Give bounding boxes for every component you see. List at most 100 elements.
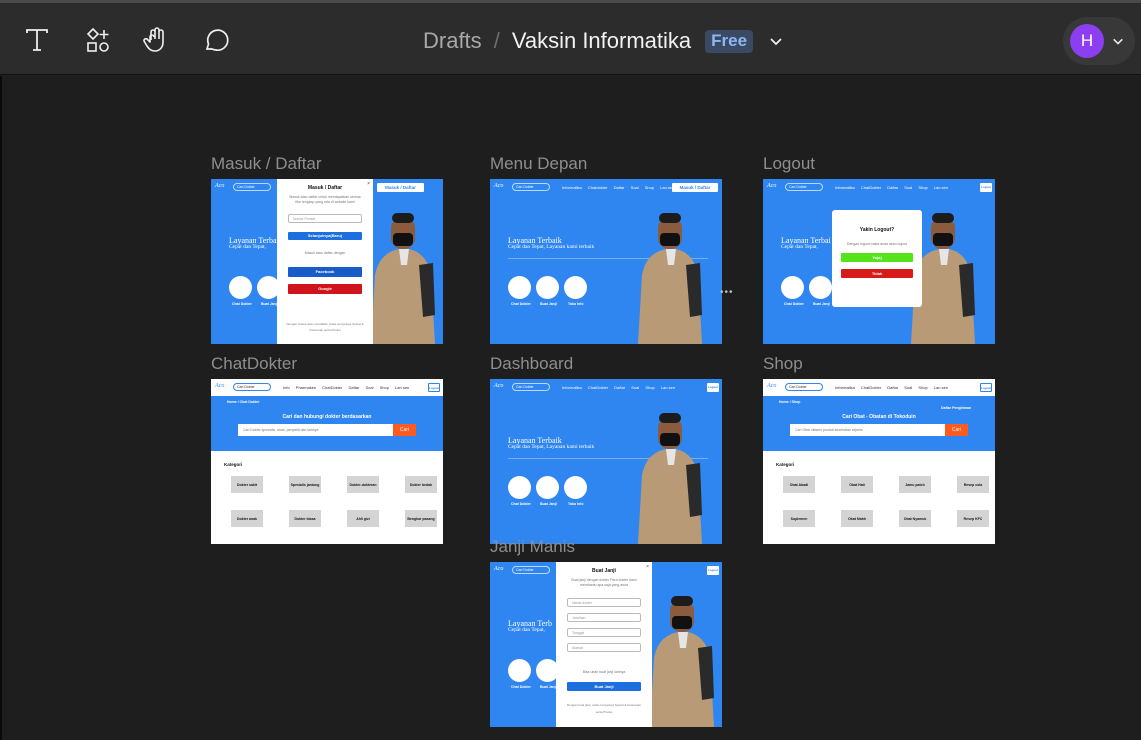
logo: Aco: [494, 566, 504, 572]
mini-navbar: Aco Cari Dokter Informatika Chatdokter D…: [490, 179, 722, 195]
frame-dashboard[interactable]: Aco Cari Dokter Informatika ChatDokter D…: [490, 379, 722, 544]
frame-chatdokter[interactable]: Aco Cari Dokter Info Pharmakes ChatDokte…: [211, 379, 443, 544]
doctor-search-input: Cari Dokter spesialis, anak, penyakit da…: [238, 424, 393, 436]
mini-search: Cari Dokter: [512, 383, 550, 391]
chevron-down-icon[interactable]: [769, 34, 783, 48]
category-button: Bengkar pasang: [405, 510, 437, 527]
address-input: Alamat: [567, 643, 641, 652]
phone-input: Nomor Ponsel: [288, 214, 362, 223]
category-button: Dokter sakit: [231, 476, 263, 493]
login-modal: × Masuk / Daftar Masuk atau daftar untuk…: [277, 179, 373, 344]
file-name[interactable]: Vaksin Informatika: [512, 28, 691, 54]
avatar[interactable]: H: [1070, 24, 1104, 58]
service-label: Toko Info: [568, 502, 584, 506]
frame-shop[interactable]: Aco Cari Dokter Informatika ChatDokter D…: [763, 379, 995, 544]
mini-search: Cari Dokter: [785, 183, 823, 191]
category-title: Kategori: [224, 462, 243, 467]
nav-links: Informatika ChatDokter Daftar Soal Shop …: [835, 385, 949, 390]
doctor-name-input: Nama dokter: [567, 598, 641, 607]
login-button: Masuk / Daftar: [672, 183, 718, 192]
frame-janji-manis[interactable]: Aco Cari Dokter Logout Layanan Terb Cepa…: [490, 562, 722, 727]
hero-subtitle: Cepat dan Tepat, Layanan kami terbaik: [508, 444, 595, 450]
hero-subtitle: Cepat dan Tepat,: [508, 627, 545, 633]
frame-label-dashboard[interactable]: Dashboard: [490, 354, 573, 374]
continue-button: Selanjutnya(Baru): [288, 232, 362, 240]
date-input: Tanggal: [567, 628, 641, 637]
logout-modal: Yakin Logout? Dengan logout maka anda ak…: [832, 210, 922, 307]
service-circle: [536, 476, 559, 499]
mini-search: Cari Dokter: [512, 183, 550, 191]
logo: Aco: [494, 383, 504, 389]
service-label: Chat Dokter: [511, 302, 531, 306]
service-circle: [536, 276, 559, 299]
mini-navbar: Aco Cari Dokter Informatika ChatDokter D…: [763, 179, 995, 195]
service-label: Chat Dokter: [511, 502, 531, 506]
logo: Aco: [767, 183, 777, 189]
text-tool-icon[interactable]: [22, 25, 52, 55]
modal-text: membantu apa saja yang anda: [579, 583, 629, 587]
mini-search: Cari Dokter: [233, 183, 271, 191]
google-button: Google: [288, 284, 362, 294]
mini-navbar: Aco Cari Dokter Informatika ChatDokter D…: [763, 379, 995, 396]
modal-title: Buat Janji: [592, 568, 616, 574]
category-button: Dokter biasa: [289, 510, 321, 527]
hero-subtitle: Cepat dan Tepat,: [229, 244, 266, 250]
make-appointment-button: Buat Janji: [567, 682, 641, 691]
comment-tool-icon[interactable]: [201, 25, 231, 55]
frame-label-shop[interactable]: Shop: [763, 354, 803, 374]
frame-logout[interactable]: Aco Cari Dokter Informatika ChatDokter D…: [763, 179, 995, 344]
service-label: Chat Dokter: [784, 302, 804, 306]
frame-label-logout[interactable]: Logout: [763, 154, 815, 174]
components-tool-icon[interactable]: [83, 25, 113, 55]
modal-text: Masuk atau daftar untuk mendapatkan semu…: [289, 195, 361, 199]
modal-text: fitur lengkap yang ada di website kami: [295, 200, 355, 204]
facebook-button: Facebook: [288, 267, 362, 277]
frame-menu-depan[interactable]: Aco Cari Dokter Informatika Chatdokter D…: [490, 179, 722, 344]
modal-divider-text: Masuk atau daftar dengan: [304, 251, 346, 255]
category-button: Spesialis jantung: [289, 476, 321, 493]
logout-button: Logout: [707, 566, 719, 575]
modal-title: Yakin Logout?: [859, 227, 895, 233]
chevron-down-icon[interactable]: [1112, 35, 1124, 47]
frame-label-masuk[interactable]: Masuk / Daftar: [211, 154, 322, 174]
terms-text: Dengan masuk atau mendaftar, Anda menyet…: [286, 322, 364, 326]
person-image: [650, 596, 714, 727]
service-label: Buat Janji: [261, 302, 278, 306]
category-button: Ahli gizi: [347, 510, 379, 527]
service-label: Buat Janji: [813, 302, 830, 306]
logo: Aco: [494, 183, 504, 189]
service-label: Buat Janji: [540, 302, 557, 306]
mini-navbar: Aco Cari Dokter Info Pharmakes ChatDokte…: [211, 379, 443, 396]
nav-links: Informatika ChatDokter Daftar Soal Shop …: [835, 185, 949, 190]
frame-label-chat[interactable]: ChatDokter: [211, 354, 297, 374]
category-button: Resep cola: [957, 476, 989, 493]
service-circle: [564, 276, 587, 299]
modal-title: Masuk / Daftar: [307, 185, 343, 191]
drafts-link[interactable]: Drafts: [423, 28, 482, 54]
hand-tool-icon[interactable]: [141, 25, 171, 55]
terms-text: Dengan buat janji, anda menyetujui Syara…: [567, 703, 641, 707]
nav-links: Info Pharmakes ChatDokter Daftar Soal Sh…: [283, 385, 410, 390]
page-breadcrumb: Home / Chat Dokter: [227, 400, 260, 404]
logo: Aco: [215, 183, 225, 189]
frame-masuk-daftar[interactable]: Aco Cari Dokter Masuk / Daftar Layanan T…: [211, 179, 443, 344]
category-button: Obat Mahh: [841, 510, 873, 527]
design-canvas[interactable]: Masuk / Daftar Aco Cari Dokter Masuk / D…: [0, 76, 1141, 740]
terms-text: Ketentuan serta Privasi: [309, 328, 341, 332]
frame-label-janji[interactable]: Janji Manis: [490, 537, 575, 557]
service-label: Chat Dokter: [511, 685, 531, 689]
category-button: Resep KFC: [957, 510, 989, 527]
person-image: [371, 213, 435, 344]
hero-subtitle: Cepat dan Tepat,: [781, 244, 818, 250]
category-button: Dokter bedah: [405, 476, 437, 493]
logout-button: Logout: [428, 383, 440, 392]
mini-navbar: Aco Cari Dokter Informatika ChatDokter D…: [490, 379, 722, 395]
user-menu[interactable]: H: [1063, 17, 1135, 65]
frame-label-menu[interactable]: Menu Depan: [490, 154, 587, 174]
section-title: Cari dan hubungi dokter berdasarkan: [282, 414, 372, 420]
category-button: Obat Abadi: [783, 476, 815, 493]
mini-search: Cari Dokter: [233, 383, 271, 391]
login-button: Masuk / Daftar: [377, 183, 424, 192]
person-image: [638, 413, 702, 544]
person-image: [638, 213, 702, 344]
